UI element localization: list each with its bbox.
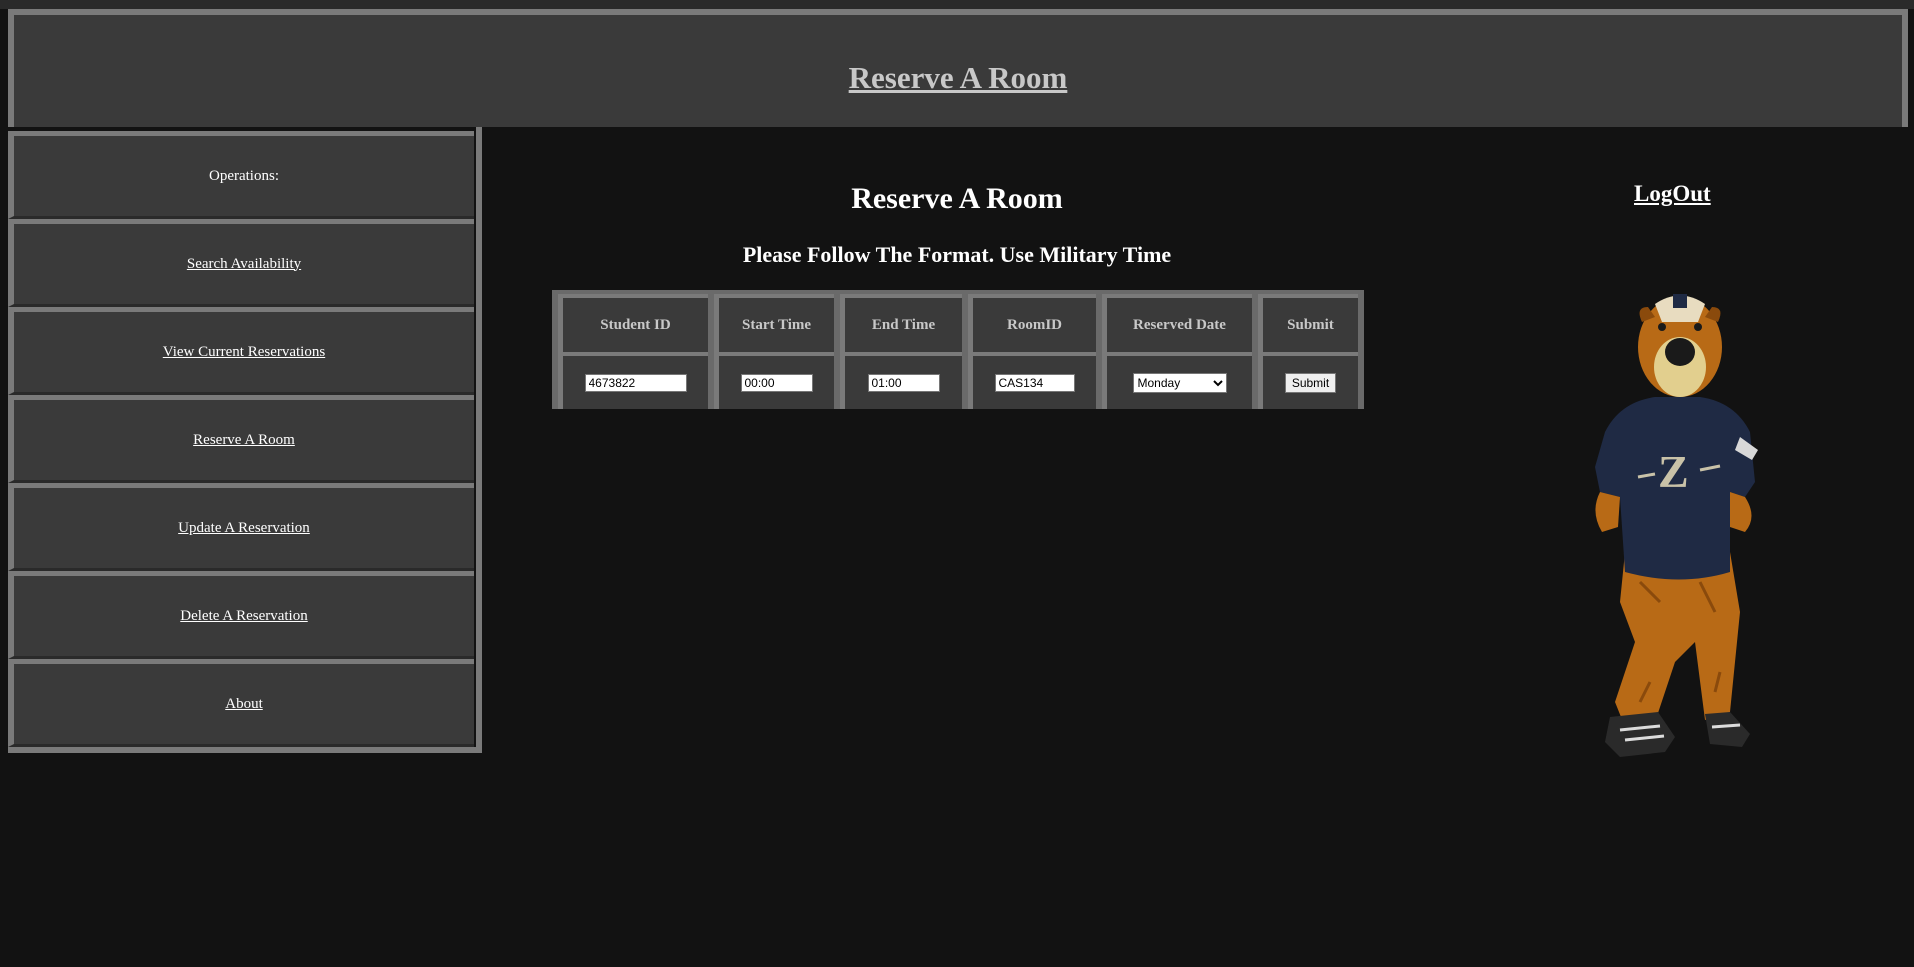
submit-cell: Submit	[1258, 352, 1358, 409]
sidebar-item-update-a-reservation[interactable]: Update A Reservation	[8, 483, 474, 571]
end-time-input[interactable]	[867, 373, 940, 392]
page-subtitle: Please Follow The Format. Use Military T…	[742, 242, 1172, 267]
mascot-image: Z	[1595, 294, 1758, 757]
sidebar-item-label[interactable]: About	[225, 696, 263, 713]
sidebar-divider	[476, 127, 482, 753]
reserved-date-cell: Monday	[1102, 352, 1252, 409]
reservation-form-table: Student ID Start Time End Time RoomID Re…	[552, 290, 1364, 409]
sidebar-item-label[interactable]: Delete A Reservation	[180, 608, 307, 625]
site-title-link[interactable]: Reserve A Room	[14, 60, 1902, 96]
column-header-label: Submit	[1287, 316, 1334, 333]
sidebar-item-view-current-reservations[interactable]: View Current Reservations	[8, 307, 474, 395]
room-id-cell	[968, 352, 1096, 409]
student-id-cell	[558, 352, 708, 409]
start-time-input[interactable]	[740, 373, 813, 392]
column-header-label: Start Time	[741, 316, 812, 333]
column-header-label: RoomID	[1007, 316, 1062, 333]
column-header-end-time: End Time	[840, 294, 962, 352]
column-header-room-id: RoomID	[968, 294, 1096, 352]
column-header-reserved-date: Reserved Date	[1102, 294, 1252, 352]
submit-button[interactable]: Submit	[1284, 372, 1337, 393]
column-header-label: End Time	[871, 316, 936, 333]
start-time-cell	[714, 352, 834, 409]
page-title: Reserve A Room	[851, 182, 1063, 215]
column-header-start-time: Start Time	[714, 294, 834, 352]
column-header-label: Reserved Date	[1133, 316, 1226, 333]
column-header-submit: Submit	[1258, 294, 1358, 352]
sidebar: Operations: Search Availability View Cur…	[8, 127, 483, 753]
sidebar-item-delete-a-reservation[interactable]: Delete A Reservation	[8, 571, 474, 659]
column-header-label: Student ID	[600, 316, 671, 333]
sidebar-item-label[interactable]: View Current Reservations	[163, 344, 325, 361]
page: Reserve A Room Operations: Search Availa…	[0, 0, 1914, 967]
mascot-shirt-letter: Z	[1658, 446, 1689, 497]
student-id-input[interactable]	[584, 373, 687, 392]
column-header-student-id: Student ID	[558, 294, 708, 352]
sidebar-item-label[interactable]: Update A Reservation	[178, 520, 310, 537]
site-header: Reserve A Room	[8, 9, 1908, 127]
sidebar-item-label[interactable]: Reserve A Room	[193, 432, 295, 449]
sidebar-item-about[interactable]: About	[8, 659, 474, 747]
logout-link[interactable]: LogOut	[1634, 181, 1711, 207]
room-id-input[interactable]	[994, 373, 1075, 392]
sidebar-item-reserve-a-room[interactable]: Reserve A Room	[8, 395, 474, 483]
end-time-cell	[840, 352, 962, 409]
reserved-date-select[interactable]: Monday	[1132, 372, 1227, 393]
header-strip	[0, 0, 1914, 9]
sidebar-bottom-divider	[8, 747, 482, 753]
